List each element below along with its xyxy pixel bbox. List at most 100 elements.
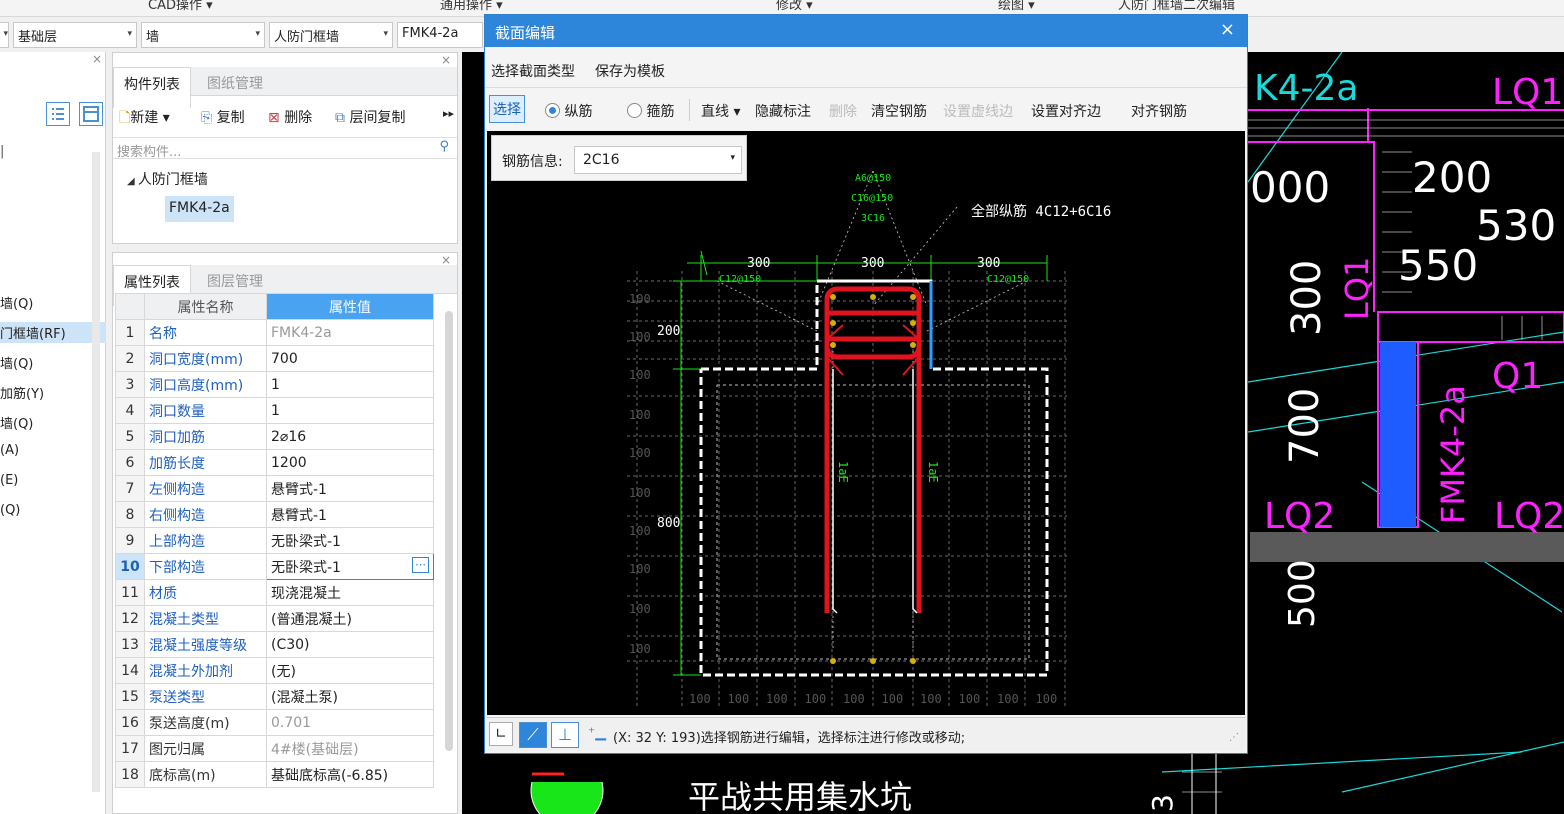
table-row[interactable]: 13 混凝土强度等级 (C30) <box>115 631 434 658</box>
component-select[interactable]: FMK4-2a <box>397 22 483 48</box>
longitudinal-radio[interactable]: 纵筋 <box>545 101 592 121</box>
property-value[interactable]: 1 <box>266 371 434 398</box>
close-icon[interactable]: × <box>1220 19 1235 40</box>
align-rebar-button[interactable]: 对齐钢筋 <box>1131 101 1187 121</box>
nav-item-rf-doorframe-wall[interactable]: 门框墙(RF) <box>0 322 106 343</box>
property-value[interactable]: 700 <box>266 345 434 372</box>
table-row[interactable]: 10 下部构造 无卧梁式-1 ⋯ <box>115 553 434 580</box>
menu-rf-wall-edit[interactable]: 人防门框墙二次编辑 <box>1118 0 1235 13</box>
table-row[interactable]: 4 洞口数量 1 <box>115 397 434 424</box>
list-view-icon[interactable] <box>46 102 70 126</box>
table-row[interactable]: 12 混凝土类型 (普通混凝土) <box>115 605 434 632</box>
category-select[interactable]: 墙 ▾ <box>141 22 265 48</box>
property-value[interactable]: 2⌀16 <box>266 423 434 450</box>
more-tools-icon[interactable]: ▸▸ <box>443 107 454 120</box>
tree-item-fmk4-2a[interactable]: FMK4-2a <box>165 196 234 222</box>
floor-copy-button[interactable]: ⧉ 层间复制 <box>335 107 405 127</box>
select-tool-button[interactable]: 选择 <box>489 95 525 123</box>
tab-component-list[interactable]: 构件列表 <box>113 67 191 108</box>
property-value[interactable]: 无卧梁式-1 <box>266 527 434 554</box>
property-value[interactable]: 悬臂式-1 <box>266 475 434 502</box>
property-value[interactable]: 1 <box>266 397 434 424</box>
table-row[interactable]: 5 洞口加筋 2⌀16 <box>115 423 434 450</box>
type-select[interactable]: 人防门框墙 ▾ <box>269 22 393 48</box>
property-value[interactable]: 无卧梁式-1 ⋯ <box>266 553 434 580</box>
table-row[interactable]: 18 底标高(m) 基础底标高(-6.85) <box>115 761 434 788</box>
property-value[interactable]: 0.701 <box>266 709 434 736</box>
table-row[interactable]: 3 洞口高度(mm) 1 <box>115 371 434 398</box>
table-row[interactable]: 17 图元归属 4#楼(基础层) <box>115 735 434 762</box>
nav-item-wall-1[interactable]: 墙(Q) <box>0 293 33 312</box>
tab-drawing-manage[interactable]: 图纸管理 <box>197 67 273 107</box>
property-value[interactable]: FMK4-2a <box>266 319 434 346</box>
select-section-type-button[interactable]: 选择截面类型 <box>491 61 575 81</box>
new-button[interactable]: 🗋新建 ▾ <box>119 107 170 131</box>
property-value[interactable]: (C30) <box>266 631 434 658</box>
grid-view-icon[interactable] <box>79 102 103 126</box>
close-icon[interactable]: × <box>92 52 102 66</box>
component-search[interactable]: 搜索构件... ⚲ <box>113 137 457 160</box>
table-row[interactable]: 15 泵送类型 (混凝土泵) <box>115 683 434 710</box>
search-icon[interactable]: ⚲ <box>439 139 449 154</box>
nav-item-rebar[interactable]: 加筋(Y) <box>0 383 44 402</box>
property-name: 上部构造 <box>144 527 267 554</box>
property-value[interactable]: 基础底标高(-6.85) <box>266 761 434 788</box>
clear-rebar-button[interactable]: 清空钢筋 <box>871 101 927 121</box>
property-value-text: 无卧梁式-1 <box>271 559 341 576</box>
rebar-info-input[interactable]: 2C16 ▾ <box>574 146 742 174</box>
close-icon[interactable]: × <box>441 53 451 67</box>
set-dashed-edge-button[interactable]: 设置虚线边 <box>943 101 1013 121</box>
search-input[interactable]: 搜索构件... <box>117 141 181 160</box>
property-value[interactable]: 1200 <box>266 449 434 476</box>
property-value[interactable]: (混凝土泵) <box>266 683 434 710</box>
property-value[interactable]: 现浇混凝土 <box>266 579 434 606</box>
menu-draw[interactable]: 绘图 ▾ <box>998 0 1035 13</box>
copy-button[interactable]: ⎘ 复制 <box>201 107 245 127</box>
delete-button[interactable]: ⊠ 删除 <box>268 107 312 127</box>
table-row[interactable]: 11 材质 现浇混凝土 <box>115 579 434 606</box>
save-as-template-button[interactable]: 保存为模板 <box>595 61 665 81</box>
table-row[interactable]: 7 左侧构造 悬臂式-1 <box>115 475 434 502</box>
nav-item-wall-3[interactable]: 墙(Q) <box>0 413 33 432</box>
section-canvas[interactable]: A6@150 C16@150 3C16 C12@150 C12@150 全部纵筋… <box>487 131 1245 715</box>
table-row[interactable]: 16 泵送高度(m) 0.701 <box>115 709 434 736</box>
property-value[interactable]: 4#楼(基础层) <box>266 735 434 762</box>
dialog-titlebar[interactable]: 截面编辑 × <box>485 15 1247 47</box>
add-point-icon[interactable]: ⁺▁ <box>585 722 609 746</box>
rebar-info-label: 钢筋信息: <box>502 154 563 170</box>
set-align-edge-button[interactable]: 设置对齐边 <box>1031 101 1101 121</box>
nav-item-e[interactable]: (E) <box>0 473 18 488</box>
new-icon: 🗋 <box>119 110 131 126</box>
property-name: 泵送类型 <box>144 683 267 710</box>
delete-rebar-button[interactable]: 删除 <box>829 101 857 121</box>
nav-item-wall-2[interactable]: 墙(Q) <box>0 353 33 372</box>
resize-grip-icon[interactable]: ⋰ <box>1229 732 1239 743</box>
line-snap-icon[interactable]: ⟋ <box>519 722 547 748</box>
property-value[interactable]: (无) <box>266 657 434 684</box>
floor-select[interactable]: 基础层 ▾ <box>13 22 137 48</box>
nav-scrollbar[interactable] <box>92 152 100 792</box>
property-value[interactable]: 悬臂式-1 <box>266 501 434 528</box>
menu-cad-ops[interactable]: CAD操作 ▾ <box>148 0 213 13</box>
ellipsis-button-icon[interactable]: ⋯ <box>412 557 429 573</box>
ortho-snap-icon[interactable]: ∟ <box>489 722 513 746</box>
nav-combo-stub[interactable]: ▾ <box>0 22 9 48</box>
menu-common-ops[interactable]: 通用操作 ▾ <box>440 0 503 13</box>
table-row[interactable]: 14 混凝土外加剂 (无) <box>115 657 434 684</box>
table-row[interactable]: 8 右侧构造 悬臂式-1 <box>115 501 434 528</box>
table-row[interactable]: 9 上部构造 无卧梁式-1 <box>115 527 434 554</box>
property-value[interactable]: (普通混凝土) <box>266 605 434 632</box>
property-scrollbar[interactable] <box>445 311 453 751</box>
nav-item-a[interactable]: (A) <box>0 443 19 458</box>
nav-item-q[interactable]: (Q) <box>0 503 20 518</box>
menu-modify[interactable]: 修改 ▾ <box>776 0 813 13</box>
perpendicular-snap-icon[interactable]: ⊥ <box>551 722 579 748</box>
table-row[interactable]: 2 洞口宽度(mm) 700 <box>115 345 434 372</box>
table-row[interactable]: 6 加筋长度 1200 <box>115 449 434 476</box>
property-name: 洞口加筋 <box>144 423 267 450</box>
table-row[interactable]: 1 名称 FMK4-2a <box>115 319 434 346</box>
tree-group[interactable]: ◢ 人防门框墙 <box>127 169 208 189</box>
stirrup-radio[interactable]: 箍筋 <box>627 101 674 121</box>
hide-dimension-button[interactable]: 隐藏标注 <box>755 101 811 121</box>
line-dropdown[interactable]: 直线 ▾ <box>701 101 740 121</box>
